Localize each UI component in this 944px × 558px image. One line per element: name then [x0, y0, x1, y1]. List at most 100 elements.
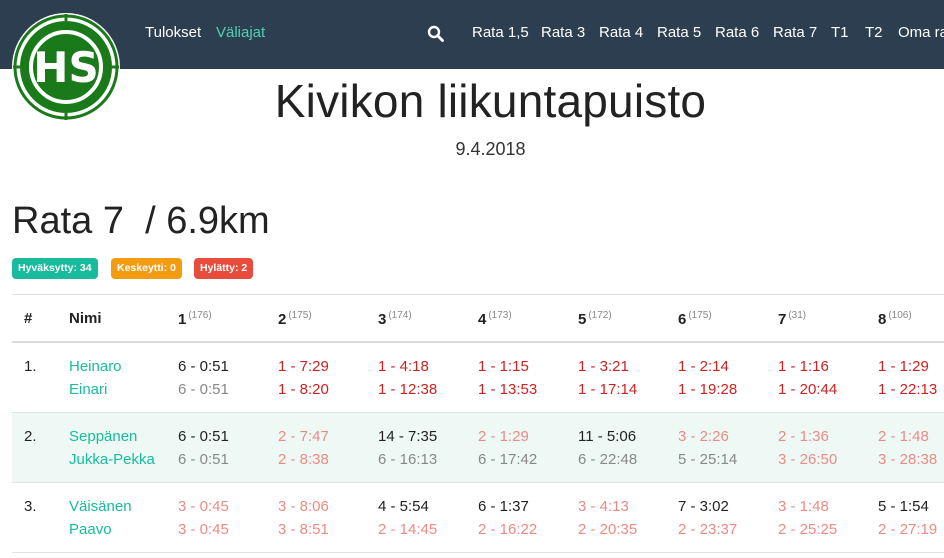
control-number: 7 [778, 311, 787, 328]
nav-route-rata-7[interactable]: Rata 7 [773, 24, 817, 41]
search-icon[interactable] [427, 25, 444, 42]
control-code: (106) [888, 310, 912, 321]
split-leg-time: 4 - 5:54 [378, 498, 429, 515]
split-leg-time: 7 - 3:02 [678, 498, 729, 515]
split-leg-time: 6 - 0:51 [178, 358, 229, 375]
nav-route-oma-rata[interactable]: Oma ra [898, 24, 944, 41]
control-code: (175) [288, 310, 312, 321]
runner-last-name[interactable]: Seppänen [69, 428, 137, 445]
runner-first-name[interactable]: Einari [69, 381, 107, 398]
split-cumulative-time: 6 - 0:51 [178, 381, 229, 398]
control-code: (176) [188, 310, 212, 321]
header-control-5[interactable]: 5 (172) [578, 310, 612, 328]
table-top-border [12, 294, 944, 295]
header-control-4[interactable]: 4 (173) [478, 310, 512, 328]
split-leg-time: 1 - 1:15 [478, 358, 529, 375]
header-control-1[interactable]: 1 (176) [178, 310, 212, 328]
split-cumulative-time: 3 - 26:50 [778, 451, 838, 468]
table-row-highlight [12, 413, 944, 482]
badge-accepted: Hyväksytty: 34 [12, 258, 98, 279]
row-divider [12, 552, 944, 553]
split-cumulative-time: 1 - 12:38 [378, 381, 438, 398]
event-date: 9.4.2018 [455, 139, 526, 159]
control-code: (172) [588, 310, 612, 321]
split-leg-time: 3 - 0:45 [178, 498, 229, 515]
split-leg-time: 1 - 1:16 [778, 358, 829, 375]
split-leg-time: 3 - 1:48 [778, 498, 829, 515]
split-leg-time: 11 - 5:06 [578, 428, 637, 445]
nav-route-t1[interactable]: T1 [831, 24, 849, 41]
split-leg-time: 5 - 1:54 [878, 498, 929, 515]
badge-disqualified: Hylätty: 2 [194, 258, 254, 279]
header-control-6[interactable]: 6 (175) [678, 310, 712, 328]
control-code: (174) [388, 310, 412, 321]
nav-tulokset[interactable]: Tulokset [145, 24, 201, 41]
split-cumulative-time: 2 - 25:25 [778, 521, 838, 538]
split-cumulative-time: 6 - 17:42 [478, 451, 538, 468]
split-leg-time: 1 - 4:18 [378, 358, 429, 375]
nav-route-rata-6[interactable]: Rata 6 [715, 24, 759, 41]
split-leg-time: 2 - 7:47 [278, 428, 329, 445]
route-title: Rata 7 / 6.9km [12, 200, 270, 242]
nav-route-rata-3[interactable]: Rata 3 [541, 24, 585, 41]
header-control-8[interactable]: 8 (106) [878, 310, 912, 328]
runner-last-name[interactable]: Väisänen [69, 498, 132, 515]
split-leg-time: 1 - 7:29 [278, 358, 329, 375]
header-control-3[interactable]: 3 (174) [378, 310, 412, 328]
header-rank: # [24, 310, 33, 327]
split-cumulative-time: 2 - 8:38 [278, 451, 329, 468]
nav-route-t2[interactable]: T2 [865, 24, 883, 41]
split-cumulative-time: 6 - 16:13 [378, 451, 438, 468]
row-divider [12, 482, 944, 483]
nav-route-rata-5[interactable]: Rata 5 [657, 24, 701, 41]
split-leg-time: 3 - 8:06 [278, 498, 329, 515]
header-bottom-border [12, 341, 944, 343]
result-rank: 3. [24, 498, 37, 515]
runner-last-name[interactable]: Heinaro [69, 358, 122, 375]
split-leg-time: 6 - 0:51 [178, 428, 229, 445]
split-cumulative-time: 2 - 14:45 [378, 521, 438, 538]
split-cumulative-time: 3 - 28:38 [878, 451, 938, 468]
control-number: 4 [478, 311, 487, 328]
result-rank: 1. [24, 358, 37, 375]
control-number: 6 [678, 311, 687, 328]
split-cumulative-time: 6 - 22:48 [578, 451, 638, 468]
split-cumulative-time: 2 - 23:37 [678, 521, 738, 538]
header-control-7[interactable]: 7 (31) [778, 310, 806, 328]
split-cumulative-time: 3 - 0:45 [178, 521, 229, 538]
control-number: 1 [178, 311, 187, 328]
control-code: (31) [788, 310, 807, 321]
control-code: (175) [688, 310, 712, 321]
nav-route-rata-4[interactable]: Rata 4 [599, 24, 643, 41]
navbar: Tulokset Väliajat Rata 1,5 Rata 3 Rata 4… [0, 0, 944, 69]
club-logo-icon[interactable]: HS [11, 12, 121, 122]
split-cumulative-time: 1 - 17:14 [578, 381, 638, 398]
split-leg-time: 2 - 1:48 [878, 428, 929, 445]
header-control-2[interactable]: 2 (175) [278, 310, 312, 328]
split-leg-time: 6 - 1:37 [478, 498, 529, 515]
split-cumulative-time: 1 - 22:13 [878, 381, 938, 398]
split-cumulative-time: 6 - 0:51 [178, 451, 229, 468]
split-cumulative-time: 1 - 20:44 [778, 381, 838, 398]
nav-route-rata-1-5[interactable]: Rata 1,5 [472, 24, 529, 41]
event-title: Kivikon liikuntapuisto [274, 75, 707, 127]
split-cumulative-time: 2 - 20:35 [578, 521, 638, 538]
runner-first-name[interactable]: Paavo [69, 521, 112, 538]
split-leg-time: 1 - 1:29 [878, 358, 929, 375]
split-cumulative-time: 2 - 27:19 [878, 521, 938, 538]
split-cumulative-time: 1 - 8:20 [278, 381, 329, 398]
svg-text:HS: HS [33, 43, 98, 92]
split-leg-time: 14 - 7:35 [378, 428, 438, 445]
split-leg-time: 1 - 3:21 [578, 358, 629, 375]
control-number: 8 [878, 311, 887, 328]
header-name: Nimi [69, 310, 102, 327]
nav-valiajat[interactable]: Väliajat [216, 24, 265, 41]
result-rank: 2. [24, 428, 37, 445]
split-leg-time: 2 - 1:36 [778, 428, 829, 445]
split-leg-time: 1 - 2:14 [678, 358, 729, 375]
split-leg-time: 3 - 4:13 [578, 498, 629, 515]
control-number: 3 [378, 311, 387, 328]
split-cumulative-time: 2 - 16:22 [478, 521, 538, 538]
control-number: 5 [578, 311, 587, 328]
runner-first-name[interactable]: Jukka-Pekka [69, 451, 155, 468]
